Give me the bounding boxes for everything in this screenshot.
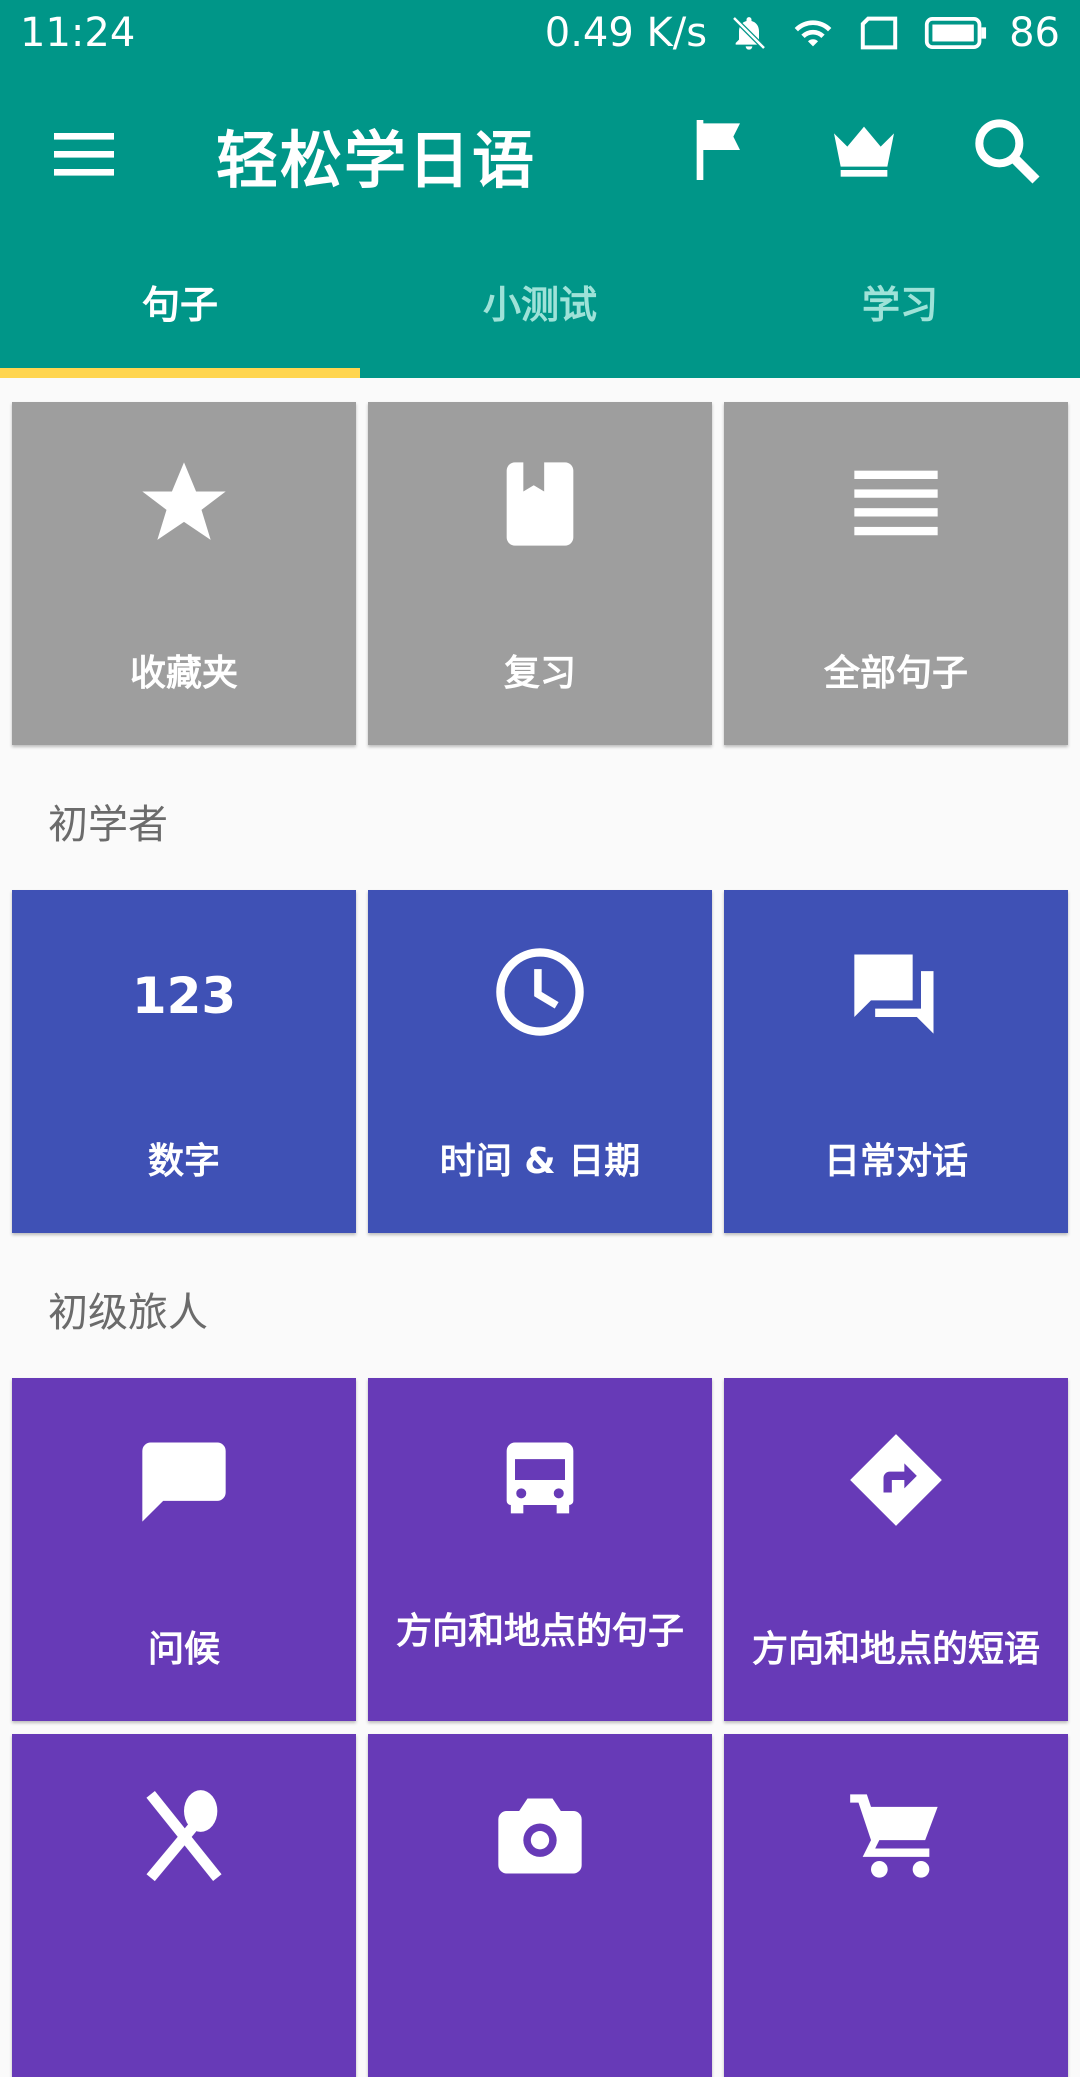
- tile-label: 方向和地点的短语: [751, 1629, 1040, 1670]
- tile-shopping[interactable]: [724, 1734, 1068, 2077]
- mute-bell-icon: [732, 16, 766, 50]
- tile-direction-sentences[interactable]: 方向和地点的句子: [368, 1378, 712, 1721]
- tile-label: 全部句子: [823, 653, 968, 694]
- menu-icon[interactable]: [48, 118, 120, 190]
- tile-label: 收藏夹: [129, 653, 238, 694]
- tile-time-date[interactable]: 时间 & 日期: [368, 890, 712, 1233]
- section-title-beginner: 初学者: [48, 802, 168, 848]
- tile-favorites[interactable]: 收藏夹: [12, 402, 356, 745]
- clock-icon: [496, 948, 584, 1036]
- cart-icon: [850, 1794, 938, 1878]
- app-bar: 11:24 0.49 K/s 86 轻松学日语 句子 小测试 学习: [0, 0, 1080, 378]
- tab-learn[interactable]: 学习: [720, 250, 1080, 378]
- tab-label: 学习: [861, 283, 938, 327]
- sim-card-icon: [860, 16, 898, 50]
- tile-label: 日常对话: [823, 1141, 968, 1182]
- network-speed: 0.49 K/s: [544, 10, 708, 56]
- tile-direction-phrases[interactable]: 方向和地点的短语: [724, 1378, 1068, 1721]
- battery-icon: [924, 17, 987, 49]
- tile-label: 时间 & 日期: [439, 1141, 641, 1182]
- direction-sign-icon: [850, 1434, 942, 1526]
- tab-label: 小测试: [482, 283, 597, 327]
- svg-text:123: 123: [134, 967, 234, 1025]
- tile-greetings[interactable]: 问候: [12, 1378, 356, 1721]
- tab-sentences[interactable]: 句子: [0, 250, 360, 378]
- section-title-traveler: 初级旅人: [48, 1290, 208, 1336]
- tile-label: 复习: [503, 653, 576, 694]
- status-bar: 11:24 0.49 K/s 86: [0, 0, 1080, 66]
- tile-label: 数字: [147, 1141, 220, 1182]
- tile-review[interactable]: 复习: [368, 402, 712, 745]
- list-icon: [854, 470, 938, 536]
- utensils-icon: [146, 1790, 222, 1882]
- star-icon: [142, 462, 226, 540]
- chat-bubbles-icon: [854, 954, 934, 1034]
- tab-indicator: [0, 368, 360, 378]
- wifi-icon: [794, 20, 832, 47]
- toolbar: 轻松学日语: [0, 80, 1080, 220]
- numbers-123-icon: 123: [134, 967, 234, 1025]
- book-icon: [506, 462, 574, 546]
- status-icons: 0.49 K/s 86: [545, 10, 1060, 56]
- tile-dining[interactable]: [12, 1734, 356, 2077]
- tile-all-sentences[interactable]: 全部句子: [724, 402, 1068, 745]
- tab-bar: 句子 小测试 学习: [0, 250, 1080, 378]
- status-time: 11:24: [20, 10, 136, 56]
- tile-numbers[interactable]: 123 数字: [12, 890, 356, 1233]
- flag-icon[interactable]: [680, 110, 760, 190]
- tile-label: 问候: [147, 1629, 220, 1670]
- camera-icon: [498, 1798, 582, 1874]
- app-title: 轻松学日语: [216, 124, 537, 197]
- tile-label: 方向和地点的句子: [395, 1611, 684, 1652]
- bus-icon: [506, 1442, 574, 1514]
- battery-level: 86: [1009, 10, 1060, 56]
- speech-bubble-icon: [142, 1442, 226, 1522]
- tile-sightseeing[interactable]: [368, 1734, 712, 2077]
- search-icon[interactable]: [966, 110, 1046, 190]
- crown-icon[interactable]: [824, 110, 904, 190]
- tab-label: 句子: [141, 283, 218, 327]
- tile-daily-conversation[interactable]: 日常对话: [724, 890, 1068, 1233]
- tab-quiz[interactable]: 小测试: [360, 250, 720, 378]
